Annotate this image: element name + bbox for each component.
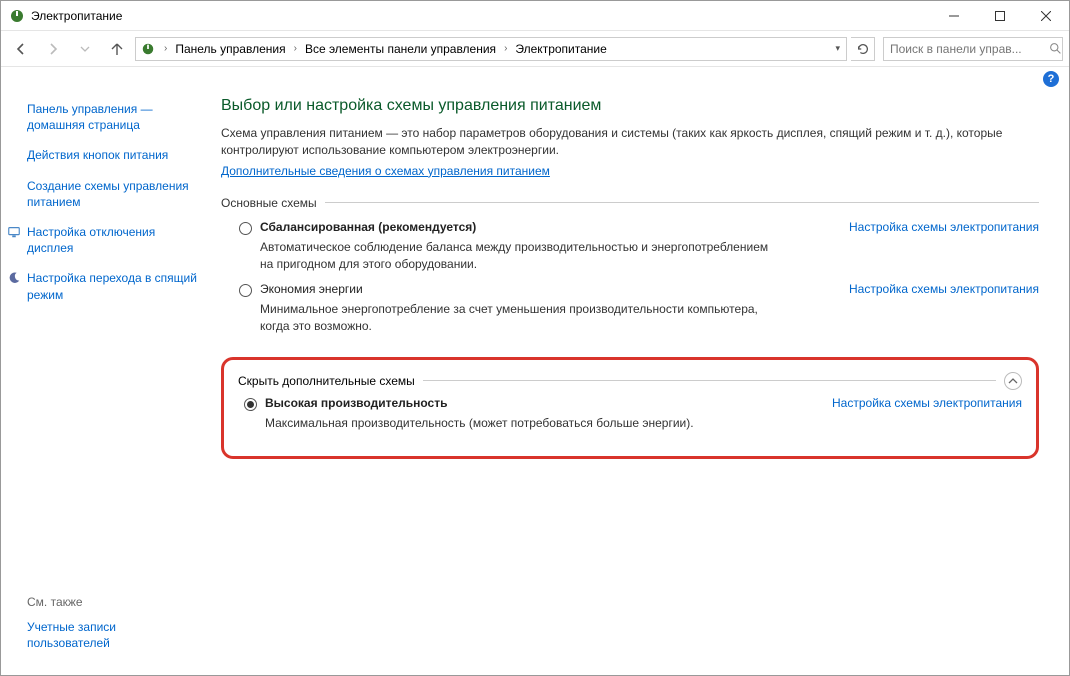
titlebar: Электропитание [1, 1, 1069, 31]
radio-high-perf[interactable] [244, 398, 257, 411]
search-input[interactable] [890, 42, 1045, 56]
power-plan-high-perf: Высокая производительность Настройка схе… [244, 396, 1022, 432]
back-button[interactable] [7, 35, 35, 63]
help-row: ? [1, 67, 1069, 87]
minimize-button[interactable] [931, 1, 977, 31]
sidebar: Панель управления — домашняя страница Де… [1, 87, 211, 675]
see-also-label: См. также [27, 595, 199, 609]
plan-title: Сбалансированная (рекомендуется) [260, 220, 476, 234]
navbar: › Панель управления › Все элементы панел… [1, 31, 1069, 67]
sleep-mode-icon [7, 271, 21, 285]
more-info-link[interactable]: Дополнительные сведения о схемах управле… [221, 164, 550, 178]
breadcrumb-item[interactable]: Панель управления [173, 42, 287, 56]
sidebar-home-link[interactable]: Панель управления — домашняя страница [27, 101, 199, 133]
radio-balanced[interactable] [239, 222, 252, 235]
forward-button[interactable] [39, 35, 67, 63]
help-icon[interactable]: ? [1043, 71, 1059, 87]
sidebar-link-power-buttons[interactable]: Действия кнопок питания [27, 147, 199, 163]
power-options-icon [140, 41, 156, 57]
sidebar-link-user-accounts[interactable]: Учетные записи пользователей [27, 619, 199, 651]
display-off-icon [7, 225, 21, 239]
content: Панель управления — домашняя страница Де… [1, 87, 1069, 675]
hide-additional-legend: Скрыть дополнительные схемы [238, 374, 423, 388]
basic-plans-legend: Основные схемы [221, 196, 1039, 210]
chevron-down-icon[interactable]: ▾ [835, 43, 840, 54]
refresh-button[interactable] [851, 37, 875, 61]
sidebar-link-display-off[interactable]: Настройка отключения дисплея [27, 224, 199, 256]
search-box[interactable] [883, 37, 1063, 61]
window-controls [931, 1, 1069, 31]
breadcrumb-item[interactable]: Все элементы панели управления [303, 42, 498, 56]
power-options-icon [9, 8, 25, 24]
divider [423, 380, 996, 381]
chevron-right-icon: › [290, 43, 301, 54]
sidebar-link-create-plan[interactable]: Создание схемы управления питанием [27, 178, 199, 210]
plan-description: Минимальное энергопотребление за счет ум… [260, 301, 780, 335]
collapse-button[interactable] [1004, 372, 1022, 390]
divider [325, 202, 1039, 203]
sidebar-link-sleep[interactable]: Настройка перехода в спящий режим [27, 270, 199, 302]
plan-title: Высокая производительность [265, 396, 447, 410]
maximize-button[interactable] [977, 1, 1023, 31]
power-plan-balanced: Сбалансированная (рекомендуется) Настрой… [239, 220, 1039, 273]
up-button[interactable] [103, 35, 131, 63]
close-button[interactable] [1023, 1, 1069, 31]
radio-saver[interactable] [239, 284, 252, 297]
plan-settings-link[interactable]: Настройка схемы электропитания [849, 220, 1039, 234]
breadcrumb[interactable]: › Панель управления › Все элементы панел… [135, 37, 847, 61]
plan-description: Максимальная производительность (может п… [265, 415, 785, 432]
plan-description: Автоматическое соблюдение баланса между … [260, 239, 780, 273]
basic-plans-legend-text: Основные схемы [221, 196, 325, 210]
power-plan-saver: Экономия энергии Настройка схемы электро… [239, 282, 1039, 335]
page-title: Выбор или настройка схемы управления пит… [221, 97, 1039, 115]
additional-plans-section: Скрыть дополнительные схемы Высокая прои… [221, 357, 1039, 459]
page-description: Схема управления питанием — это набор па… [221, 125, 1039, 160]
chevron-right-icon: › [500, 43, 511, 54]
search-icon [1049, 42, 1062, 55]
chevron-right-icon: › [160, 43, 171, 54]
plan-title: Экономия энергии [260, 282, 363, 296]
plan-settings-link[interactable]: Настройка схемы электропитания [849, 282, 1039, 296]
breadcrumb-item[interactable]: Электропитание [513, 42, 608, 56]
window-title: Электропитание [31, 9, 122, 23]
main-panel: Выбор или настройка схемы управления пит… [211, 87, 1069, 675]
recent-dropdown[interactable] [71, 35, 99, 63]
plan-settings-link[interactable]: Настройка схемы электропитания [832, 396, 1022, 410]
